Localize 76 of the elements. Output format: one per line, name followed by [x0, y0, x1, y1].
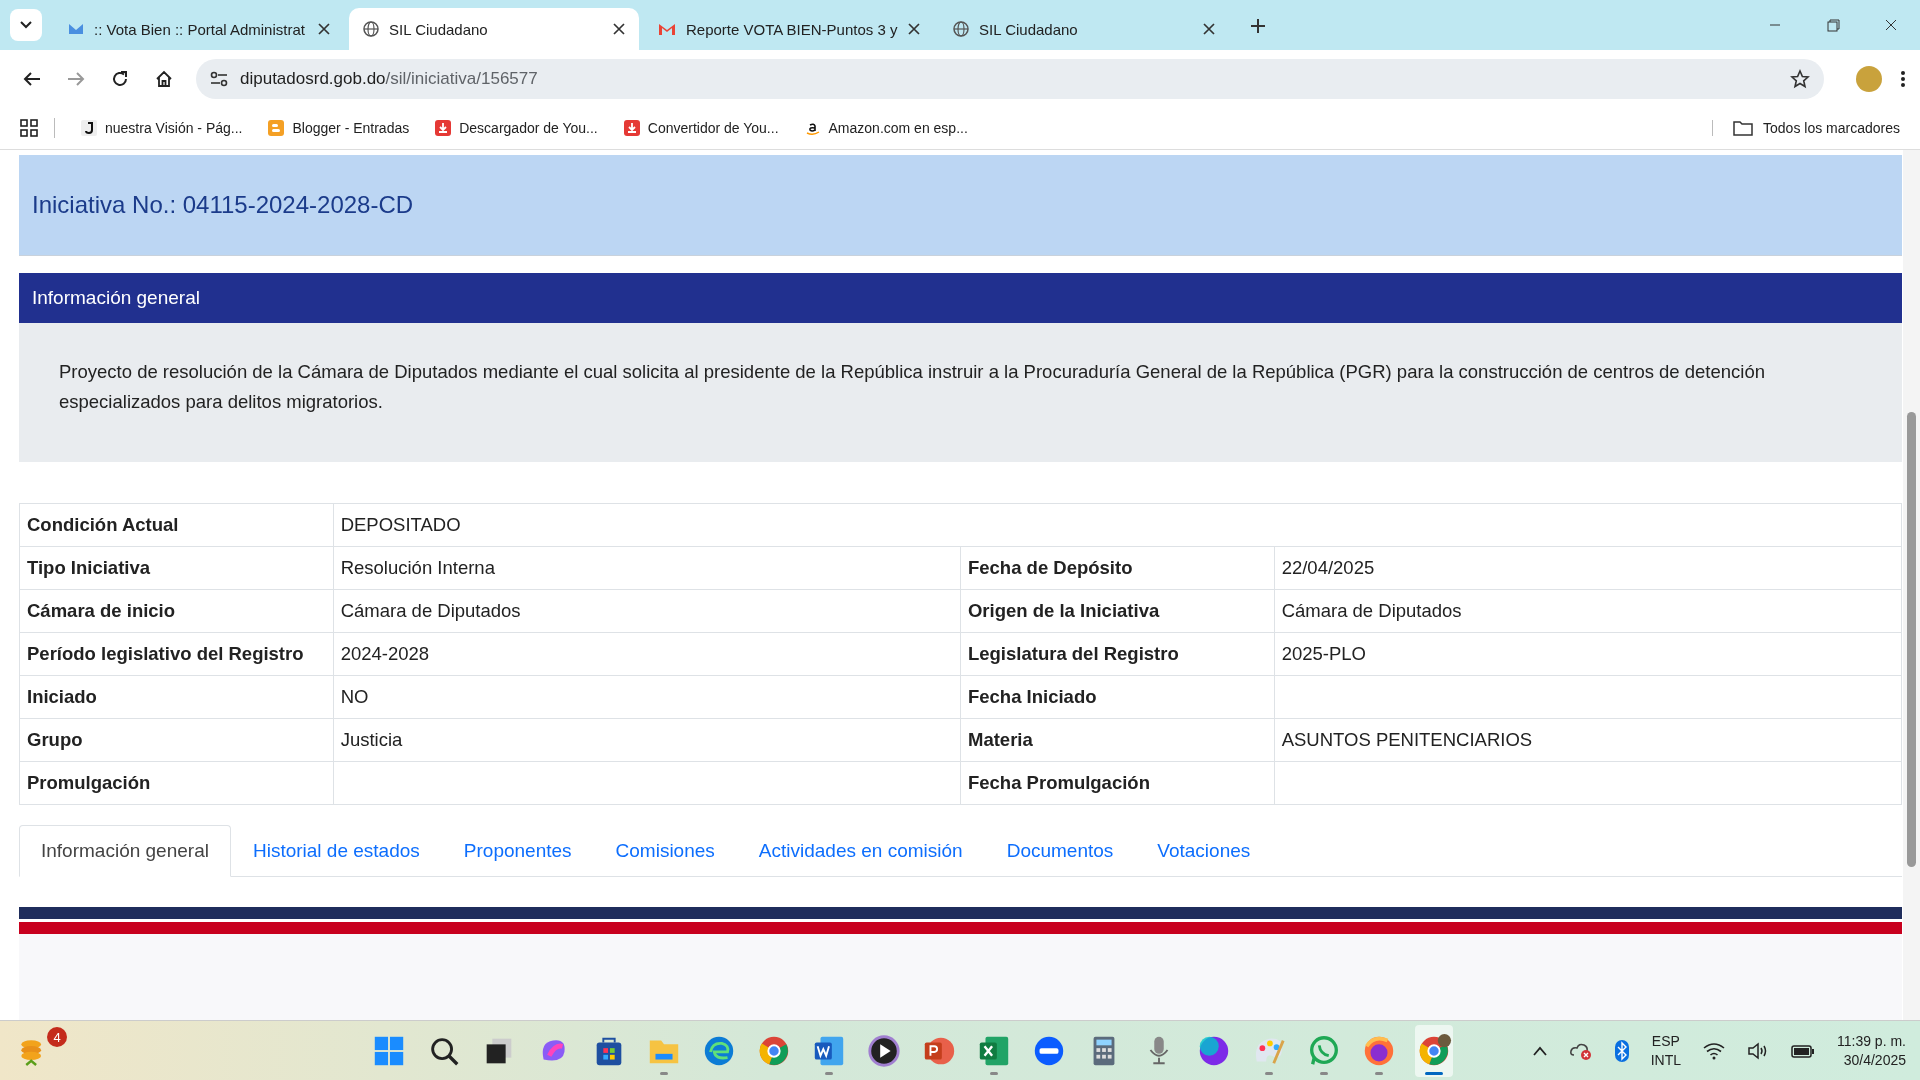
- more-menu-icon[interactable]: [1900, 69, 1906, 88]
- field-value: 2024-2028: [333, 632, 961, 676]
- bookmark-link[interactable]: Descargador de You...: [425, 120, 608, 136]
- field-value: Justicia: [333, 718, 961, 762]
- address-bar[interactable]: diputadosrd.gob.do/sil/iniciativa/156577: [196, 58, 1824, 99]
- field-label: Origen de la Iniciativa: [960, 589, 1275, 633]
- cloud-error-icon[interactable]: [1568, 1041, 1593, 1061]
- plus-icon[interactable]: [1250, 18, 1266, 34]
- field-label: Cámara de inicio: [19, 589, 334, 633]
- page-tab[interactable]: Votaciones: [1135, 825, 1273, 877]
- field-value: NO: [333, 675, 961, 719]
- browser-tab[interactable]: Reporte VOTA BIEN-Puntos 3 y: [644, 8, 934, 50]
- field-label: Promulgación: [19, 761, 334, 805]
- scrollbar[interactable]: [1903, 150, 1920, 1020]
- page-title: Iniciativa No.: 04115-2024-2028-CD: [19, 155, 1902, 256]
- browser-tab[interactable]: :: Vota Bien :: Portal Administrat: [54, 8, 344, 50]
- field-value: 22/04/2025: [1274, 546, 1902, 590]
- section-header: Información general: [19, 273, 1902, 323]
- bookmark-link[interactable]: nuestra Visión - Pág...: [71, 120, 253, 136]
- chevron-up-icon[interactable]: [1532, 1046, 1547, 1056]
- field-value: 2025-PLO: [1274, 632, 1902, 676]
- all-bookmarks-link[interactable]: Todos los marcadores: [1712, 120, 1900, 136]
- chevron-down-icon: [20, 21, 32, 29]
- star-icon[interactable]: [1790, 68, 1810, 89]
- field-label: Tipo Iniciativa: [19, 546, 334, 590]
- download-icon: [623, 120, 640, 136]
- mail-m-icon: [658, 22, 676, 36]
- field-value: ASUNTOS PENITENCIARIOS: [1274, 718, 1902, 762]
- field-value: Cámara de Diputados: [1274, 589, 1902, 633]
- tab-list-button[interactable]: [10, 9, 42, 41]
- field-label: Legislatura del Registro: [960, 632, 1275, 676]
- bookmark-link[interactable]: Convertidor de You...: [613, 120, 789, 136]
- folder-icon: [1733, 120, 1754, 136]
- browser-tab[interactable]: SIL Ciudadano: [939, 8, 1229, 50]
- j-letter-icon: [81, 120, 97, 136]
- field-value: Cámara de Diputados: [333, 589, 961, 633]
- browser-tab[interactable]: SIL Ciudadano: [349, 8, 639, 50]
- keyboard-language[interactable]: ESP INTL: [1650, 1032, 1681, 1070]
- globe-icon: [953, 21, 969, 37]
- page-tab[interactable]: Historial de estados: [230, 825, 442, 877]
- field-label: Fecha Promulgación: [960, 761, 1275, 805]
- field-value: Resolución Interna: [333, 546, 961, 590]
- field-label: Materia: [960, 718, 1275, 762]
- close-icon[interactable]: [908, 23, 920, 35]
- page-tab[interactable]: Comisiones: [593, 825, 737, 877]
- field-label: Iniciado: [19, 675, 334, 719]
- field-label: Condición Actual: [19, 503, 334, 547]
- bluetooth-icon[interactable]: [1614, 1040, 1629, 1062]
- page-tab[interactable]: Documentos: [984, 825, 1136, 877]
- download-icon: [435, 120, 452, 136]
- close-icon[interactable]: [318, 23, 330, 35]
- globe-icon: [363, 21, 379, 37]
- bookmark-link[interactable]: Amazon.com en esp...: [794, 120, 978, 136]
- envelope-icon: [68, 21, 84, 37]
- battery-icon[interactable]: [1791, 1043, 1815, 1059]
- description-text: Proyecto de resolución de la Cámara de Diputados mediante el cual solicita al presidente de la República instruir a la Procuraduría General de la República (PGR) para la construcción de centros de detención especializados para delitos migratorios.: [59, 360, 1767, 414]
- field-label: Período legislativo del Registro: [19, 632, 334, 676]
- blogger-icon: [268, 120, 285, 136]
- field-label: Grupo: [19, 718, 334, 762]
- notification-badge: 4: [47, 1027, 67, 1047]
- wifi-icon[interactable]: [1703, 1042, 1725, 1060]
- close-icon[interactable]: [1203, 23, 1215, 35]
- page-tab[interactable]: Información general: [19, 825, 231, 877]
- page-tab[interactable]: Proponentes: [441, 825, 594, 877]
- field-value: DEPOSITADO: [333, 503, 1902, 547]
- site-settings-icon[interactable]: [210, 70, 228, 87]
- field-label: Fecha Iniciado: [960, 675, 1275, 719]
- speaker-icon[interactable]: [1747, 1042, 1769, 1060]
- close-icon[interactable]: [613, 23, 625, 35]
- clock[interactable]: 11:39 p. m. 30/4/2025: [1837, 1032, 1906, 1070]
- apps-grid-icon[interactable]: [20, 119, 38, 137]
- play-icon[interactable]: [866, 1033, 902, 1069]
- field-label: Fecha de Depósito: [960, 546, 1275, 590]
- bookmark-link[interactable]: Blogger - Entradas: [258, 120, 420, 136]
- page-tab[interactable]: Actividades en comisión: [736, 825, 985, 877]
- amazon-icon: [804, 120, 821, 136]
